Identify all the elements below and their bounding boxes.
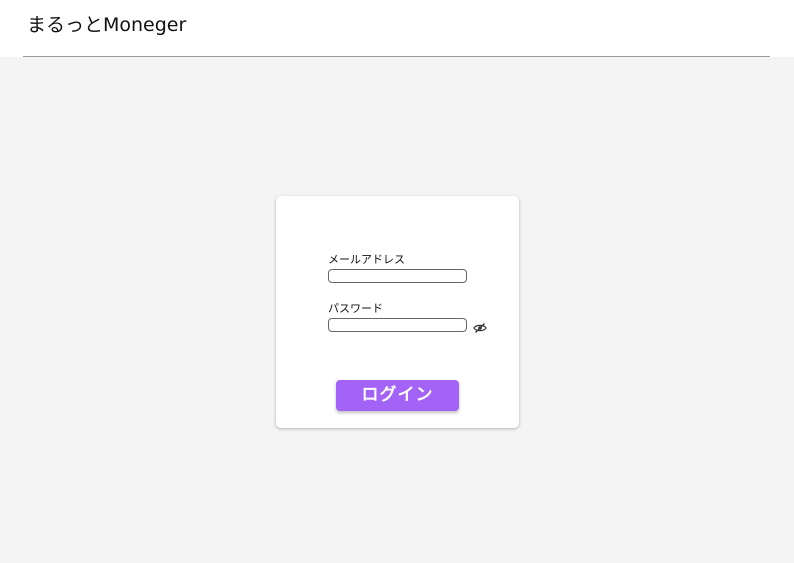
app-title: まるっとMoneger [27, 14, 187, 36]
password-input[interactable] [328, 318, 467, 332]
eye-off-icon [473, 323, 487, 333]
app-header: まるっとMoneger [0, 0, 794, 57]
password-label: パスワード [328, 302, 383, 315]
email-label: メールアドレス [328, 253, 405, 266]
login-card: メールアドレス パスワード ログイン [276, 196, 519, 428]
password-visibility-toggle[interactable] [473, 319, 487, 333]
login-button[interactable]: ログイン [336, 380, 459, 411]
email-input[interactable] [328, 269, 467, 283]
header-divider [23, 56, 770, 57]
